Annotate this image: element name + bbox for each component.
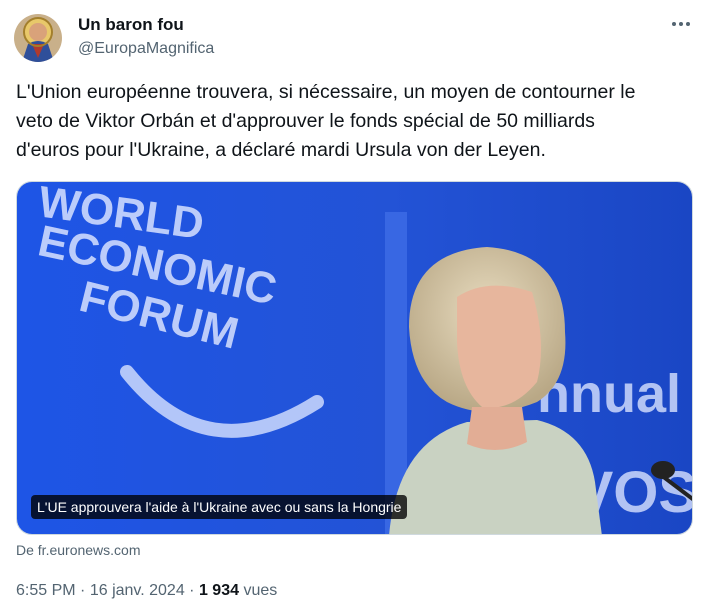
avatar-icon [14,14,62,62]
link-source[interactable]: De fr.euronews.com [16,541,141,559]
meta-separator: · [80,582,86,599]
more-options-button[interactable] [662,10,700,38]
media-image[interactable]: WORLD ECONOMIC FORUM nnual AVOS 2 L'UE a… [16,181,693,535]
image-caption: L'UE approuvera l'aide à l'Ukraine avec … [31,495,408,519]
news-photo: WORLD ECONOMIC FORUM nnual AVOS 2 [17,182,692,534]
tweet-text: L'Union européenne trouvera, si nécessai… [16,81,636,161]
author-display-name[interactable]: Un baron fou [78,14,184,36]
tweet-date[interactable]: 16 janv. 2024 [90,582,185,599]
more-horizontal-icon [672,22,690,26]
tweet: Un baron fou @EuropaMagnifica L'Union eu… [0,0,711,606]
avatar[interactable] [14,14,62,62]
author-handle[interactable]: @EuropaMagnifica [78,38,214,60]
tweet-time[interactable]: 6:55 PM [16,582,76,599]
views-label: vues [243,582,278,599]
meta-separator: · [189,582,195,599]
views-count: 1 934 [198,582,239,599]
tweet-meta: 6:55 PM · 16 janv. 2024 · 1 934 vues [16,580,277,602]
